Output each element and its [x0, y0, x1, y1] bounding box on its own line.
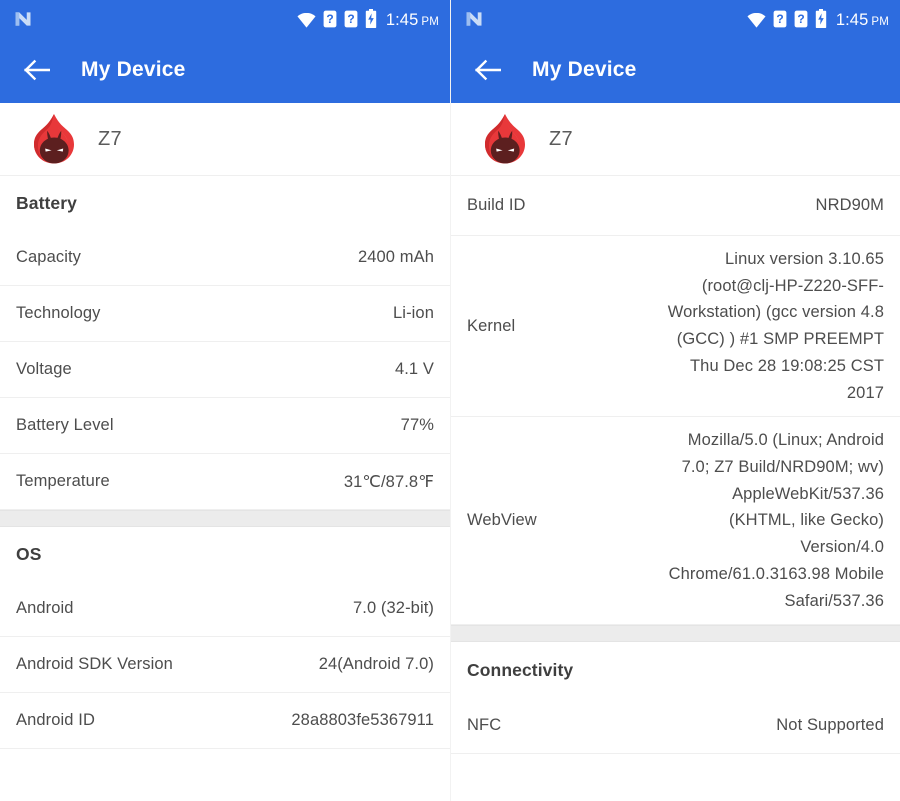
- section-battery: Battery Capacity 2400 mAh Technology Li-…: [0, 175, 450, 510]
- row-value: 77%: [400, 416, 434, 434]
- row-value: NRD90M: [815, 196, 884, 214]
- table-row[interactable]: Build ID NRD90M: [451, 176, 900, 236]
- table-row[interactable]: Android ID 28a8803fe5367911: [0, 693, 450, 749]
- row-label: Android SDK Version: [16, 655, 173, 673]
- app-bar: My Device: [0, 37, 450, 103]
- table-row[interactable]: NFC Not Supported: [451, 698, 900, 755]
- svg-text:?: ?: [326, 12, 333, 26]
- row-label: NFC: [467, 716, 502, 735]
- antutu-benchmark-logo-icon: [485, 114, 525, 164]
- row-label: Temperature: [16, 472, 110, 490]
- row-value: 24(Android 7.0): [318, 655, 434, 673]
- table-row[interactable]: Kernel Linux version 3.10.65 (root@clj-H…: [451, 236, 900, 418]
- app-bar: My Device: [451, 37, 900, 103]
- clock-ampm: PM: [871, 15, 889, 28]
- antutu-benchmark-logo-icon: [34, 114, 74, 164]
- row-value: 4.1 V: [394, 360, 434, 378]
- section-title-connectivity: Connectivity: [467, 660, 574, 681]
- status-bar-left: [464, 9, 484, 29]
- left-content: Battery Capacity 2400 mAh Technology Li-…: [0, 175, 450, 749]
- row-value: 28a8803fe5367911: [291, 711, 434, 729]
- status-bar-icons: ? ? 1:45 PM: [297, 9, 439, 28]
- left-device-info-screen: ? ? 1:45 PM My Device Z7 Battery Capacit…: [0, 0, 450, 801]
- row-value: 2400 mAh: [357, 248, 434, 266]
- row-label: Build ID: [467, 196, 526, 214]
- table-row[interactable]: Capacity 2400 mAh: [0, 230, 450, 286]
- wifi-icon: [297, 13, 316, 28]
- svg-text:?: ?: [776, 12, 783, 26]
- section-os: OS Android 7.0 (32-bit) Android SDK Vers…: [0, 527, 450, 749]
- row-label: Voltage: [16, 360, 72, 378]
- back-arrow-icon[interactable]: [475, 59, 501, 81]
- device-header: Z7: [0, 103, 450, 175]
- right-device-info-screen: ? ? 1:45 PM My Device Z7 Build ID NRD90M…: [450, 0, 900, 801]
- svg-text:?: ?: [797, 12, 804, 26]
- battery-charging-icon: [815, 9, 827, 28]
- row-label: WebView: [467, 511, 537, 530]
- clock-ampm: PM: [421, 15, 439, 28]
- device-header: Z7: [451, 103, 900, 175]
- back-arrow-icon[interactable]: [24, 59, 50, 81]
- sim-card-question-icon: ?: [773, 10, 787, 28]
- device-name: Z7: [98, 127, 122, 150]
- sim-card-question-icon: ?: [323, 10, 337, 28]
- row-value: Mozilla/5.0 (Linux; Android 7.0; Z7 Buil…: [668, 431, 884, 610]
- status-bar-left: [13, 9, 33, 29]
- section-divider: [451, 625, 900, 643]
- status-bar-clock: 1:45 PM: [385, 10, 439, 29]
- section-connectivity: Connectivity NFC Not Supported: [451, 642, 900, 755]
- section-title-battery: Battery: [16, 193, 78, 213]
- sim-card-question-icon: ?: [794, 10, 808, 28]
- section-os-continued: Build ID NRD90M Kernel Linux version 3.1…: [451, 175, 900, 626]
- table-row[interactable]: Battery Level 77%: [0, 398, 450, 454]
- page-title: My Device: [81, 58, 186, 81]
- status-bar-clock: 1:45 PM: [835, 10, 889, 29]
- dual-screenshot-container: ? ? 1:45 PM My Device Z7 Battery Capacit…: [0, 0, 900, 801]
- status-bar-icons: ? ? 1:45 PM: [747, 9, 889, 28]
- row-value: Li-ion: [393, 304, 434, 322]
- sim-card-question-icon: ?: [344, 10, 358, 28]
- row-label: Capacity: [16, 248, 81, 266]
- row-value: 7.0 (32-bit): [353, 599, 434, 617]
- table-row[interactable]: Temperature 31℃/87.8℉: [0, 454, 450, 510]
- clock-time: 1:45: [385, 10, 419, 29]
- android-nougat-n-logo-icon: [15, 11, 31, 26]
- row-label: Technology: [16, 304, 101, 322]
- row-label: Android ID: [16, 711, 95, 729]
- clock-time: 1:45: [835, 10, 869, 29]
- table-row[interactable]: Android 7.0 (32-bit): [0, 581, 450, 637]
- row-label: Battery Level: [16, 416, 114, 434]
- table-row[interactable]: Technology Li-ion: [0, 286, 450, 342]
- section-title-os: OS: [16, 544, 42, 564]
- table-row[interactable]: Android SDK Version 24(Android 7.0): [0, 637, 450, 693]
- table-row[interactable]: WebView Mozilla/5.0 (Linux; Android 7.0;…: [451, 417, 900, 626]
- page-title: My Device: [532, 58, 637, 81]
- battery-charging-icon: [365, 9, 377, 28]
- row-value: Linux version 3.10.65 (root@clj-HP-Z220-…: [667, 250, 884, 402]
- wifi-icon: [747, 13, 766, 28]
- row-value: 31℃/87.8℉: [343, 472, 434, 491]
- row-value: Not Supported: [776, 716, 884, 735]
- android-nougat-n-logo-icon: [466, 11, 482, 26]
- device-name: Z7: [549, 127, 573, 150]
- status-bar: ? ? 1:45 PM: [451, 0, 900, 37]
- row-label: Android: [16, 599, 74, 617]
- right-content: Build ID NRD90M Kernel Linux version 3.1…: [451, 175, 900, 755]
- row-label: Kernel: [467, 316, 516, 335]
- status-bar: ? ? 1:45 PM: [0, 0, 450, 37]
- table-row[interactable]: Voltage 4.1 V: [0, 342, 450, 398]
- section-divider: [0, 510, 450, 527]
- svg-text:?: ?: [347, 12, 354, 26]
